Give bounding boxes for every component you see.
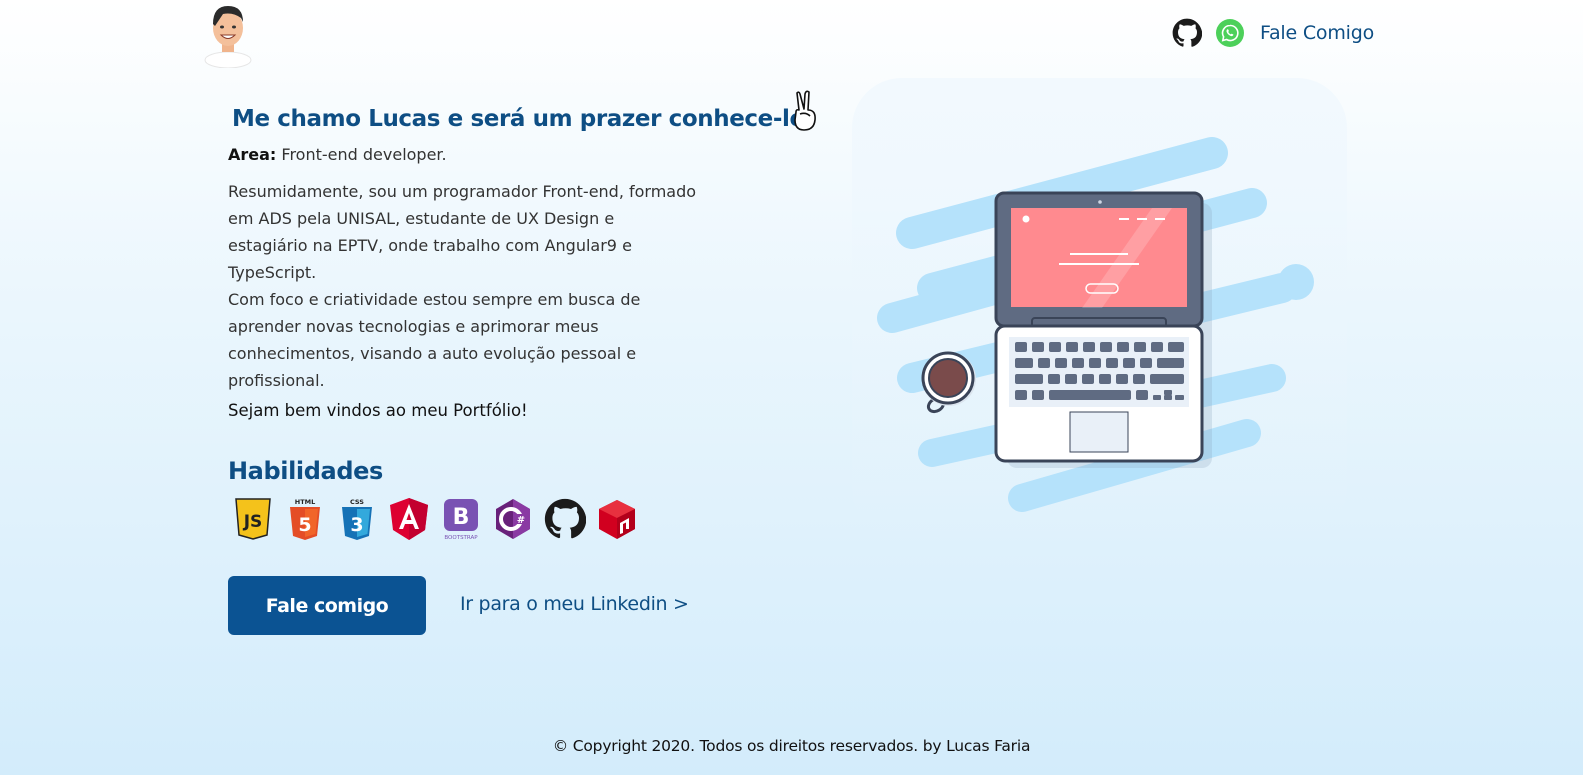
- svg-text:HTML: HTML: [295, 498, 315, 506]
- svg-text:5: 5: [298, 514, 311, 536]
- peace-hand-icon: [794, 90, 816, 131]
- top-nav: Fale Comigo: [1172, 18, 1374, 48]
- css3-icon: CSS 3: [342, 498, 372, 540]
- bootstrap-icon: B BOOTSTRAP: [444, 499, 478, 541]
- contact-nav-link[interactable]: Fale Comigo: [1260, 22, 1374, 44]
- angular-icon: [390, 498, 428, 540]
- area-value: Front-end developer.: [276, 145, 447, 164]
- fale-comigo-button[interactable]: Fale comigo: [228, 576, 426, 635]
- copyright: © Copyright 2020. Todos os direitos rese…: [552, 737, 1031, 755]
- avatar: [204, 6, 252, 68]
- linkedin-link[interactable]: Ir para o meu Linkedin >: [460, 593, 689, 615]
- area-label: Area:: [228, 145, 277, 164]
- intro-heading: Me chamo Lucas e será um prazer conhece-…: [232, 106, 814, 132]
- github-icon: [544, 498, 586, 539]
- skills-title: Habilidades: [228, 457, 383, 485]
- svg-text:3: 3: [350, 514, 363, 536]
- skills-icons: JS HTML 5 CSS 3 B BOOTSTRAP #: [232, 497, 638, 541]
- csharp-icon: #: [496, 499, 530, 539]
- bio-paragraph-2: Com foco e criatividade estou sempre em …: [228, 290, 641, 390]
- whatsapp-icon[interactable]: [1216, 19, 1244, 47]
- svg-text:BOOTSTRAP: BOOTSTRAP: [444, 535, 478, 541]
- javascript-icon: JS: [235, 498, 271, 540]
- svg-text:B: B: [453, 505, 470, 530]
- svg-text:#: #: [517, 515, 525, 526]
- html5-icon: HTML 5: [290, 498, 320, 540]
- laptop-illustration: [852, 78, 1347, 538]
- github-icon[interactable]: [1172, 18, 1202, 48]
- nodemon-icon: [599, 500, 635, 539]
- bio: Resumidamente, sou um programador Front-…: [228, 178, 698, 394]
- area-line: Area: Front-end developer.: [228, 145, 447, 164]
- svg-text:CSS: CSS: [350, 498, 364, 506]
- bio-paragraph-1: Resumidamente, sou um programador Front-…: [228, 182, 697, 282]
- welcome-text: Sejam bem vindos ao meu Portfólio!: [228, 401, 528, 420]
- svg-text:JS: JS: [243, 512, 263, 532]
